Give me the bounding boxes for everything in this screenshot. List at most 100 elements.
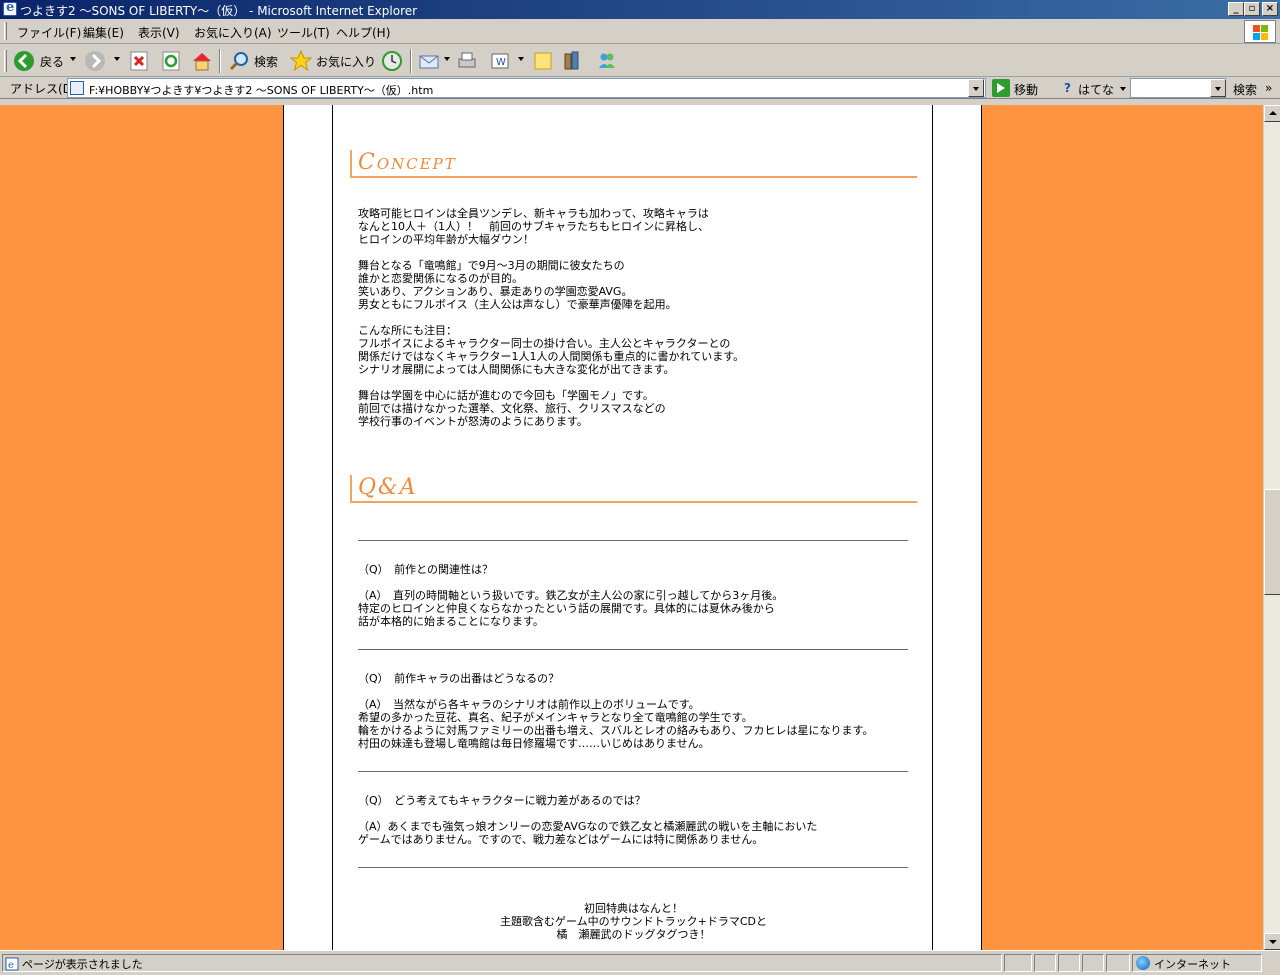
qa-question: （Q） 前作との関連性は？ bbox=[358, 563, 494, 576]
ie-app-icon[interactable] bbox=[3, 0, 17, 16]
address-dropdown-button[interactable] bbox=[968, 79, 984, 97]
address-input[interactable]: F:¥HOBBY¥つよきす¥つよきす2 ～SONS OF LIBERTY～（仮）… bbox=[67, 78, 986, 98]
qa-question: （Q） どう考えてもキャラクターに戦力差があるのでは？ bbox=[358, 794, 646, 807]
back-button-label[interactable]: 戻る bbox=[40, 53, 64, 70]
concept-paragraph: 舞台は学園を中心に話が進むので今回も「学園モノ」です。 前回では描けなかった選挙… bbox=[358, 389, 666, 428]
favorites-button-label[interactable]: お気に入り bbox=[316, 53, 376, 70]
back-arrow-icon[interactable] bbox=[13, 50, 35, 72]
concept-paragraph: こんな所にも注目： フルボイスによるキャラクター同士の掛け合い。主人公とキャラク… bbox=[358, 324, 744, 376]
menu-view[interactable]: 表示(V) bbox=[138, 24, 180, 41]
menu-edit[interactable]: 編集(E) bbox=[83, 24, 124, 41]
text-line: シナリオ展開によっては人間関係にも大きな変化が出てきます。 bbox=[358, 363, 675, 376]
close-button[interactable]: × bbox=[1262, 2, 1278, 16]
status-bar: e ページが表示されました インターネット bbox=[0, 950, 1280, 975]
text-line: 舞台は学園を中心に話が進むので今回も「学園モノ」です。 bbox=[358, 389, 654, 402]
window-title: つよきす2 ～SONS OF LIBERTY～（仮） - Microsoft I… bbox=[20, 4, 418, 18]
text-line: 笑いあり、アクションあり、暴走ありの学園恋愛AVG。 bbox=[358, 285, 633, 298]
status-cell bbox=[1106, 954, 1130, 972]
concept-paragraph: 舞台となる「竜鳴館」で9月～3月の期間に彼女たちの 誰かと恋愛関係になるのが目的… bbox=[358, 259, 677, 311]
address-url[interactable]: F:¥HOBBY¥つよきす¥つよきす2 ～SONS OF LIBERTY～（仮）… bbox=[89, 82, 433, 98]
hatena-help-icon[interactable]: ? bbox=[1064, 81, 1071, 95]
internet-globe-icon bbox=[1136, 956, 1150, 970]
text-line: （A） 直列の時間軸という扱いです。鉄乙女が主人公の家に引っ越してから3ヶ月後。 bbox=[358, 589, 784, 602]
toolbar-overflow-icon[interactable]: » bbox=[1265, 81, 1272, 95]
stop-icon[interactable] bbox=[128, 50, 150, 72]
go-arrow-icon[interactable] bbox=[992, 79, 1010, 97]
windows-logo bbox=[1244, 20, 1276, 43]
qa-question: （Q） 前作キャラの出番はどうなるの？ bbox=[358, 672, 560, 685]
text-line: 男女ともにフルボイス（主人公は声なし）で豪華声優陣を起用。 bbox=[358, 298, 677, 311]
status-cell bbox=[1034, 954, 1056, 972]
zone-label: インターネット bbox=[1154, 958, 1231, 971]
mail-dropdown-icon[interactable] bbox=[444, 57, 450, 61]
edit-icon[interactable]: W bbox=[489, 50, 511, 72]
qa-divider bbox=[358, 771, 908, 772]
svg-text:e: e bbox=[8, 960, 14, 971]
back-dropdown-icon[interactable] bbox=[70, 57, 76, 61]
forward-dropdown-icon[interactable] bbox=[114, 57, 120, 61]
text-line: 橘 瀬麗武のドッグタグつき！ bbox=[556, 928, 711, 941]
edit-dropdown-icon[interactable] bbox=[518, 57, 524, 61]
scroll-up-button[interactable] bbox=[1264, 105, 1280, 122]
text-line: フルボイスによるキャラクター同士の掛け合い。主人公とキャラクターとの bbox=[358, 337, 731, 350]
text-line: 誰かと恋愛関係になるのが目的。 bbox=[358, 272, 523, 285]
text-line: 特定のヒロインと仲良くならなかったという話の展開です。具体的には夏休み後から bbox=[358, 602, 775, 615]
status-text: ページが表示されました bbox=[22, 958, 143, 971]
concept-heading: Concept bbox=[350, 150, 917, 178]
text-line: 希望の多かった豆花、真名、紀子がメインキャラとなり全て竜鳴館の学生です。 bbox=[358, 711, 753, 724]
hatena-label[interactable]: はてな bbox=[1078, 81, 1114, 98]
svg-text:W: W bbox=[496, 57, 506, 68]
minimize-button[interactable]: _ bbox=[1228, 2, 1244, 16]
refresh-icon[interactable] bbox=[160, 50, 182, 72]
forward-arrow-icon[interactable] bbox=[84, 50, 106, 72]
text-line: 舞台となる「竜鳴館」で9月～3月の期間に彼女たちの bbox=[358, 259, 625, 272]
hatena-search-button[interactable]: 検索 bbox=[1233, 81, 1257, 98]
page-done-icon: e bbox=[5, 957, 19, 971]
toolbar-grip[interactable] bbox=[4, 50, 7, 72]
bonus-announcement: 初回特典はなんと！ 主題歌含むゲーム中のサウンドトラック+ドラマCDと 橘 瀬麗… bbox=[333, 902, 934, 941]
toolbar-separator bbox=[410, 49, 412, 73]
search-button-label[interactable]: 検索 bbox=[254, 53, 278, 70]
messenger-icon[interactable] bbox=[596, 50, 618, 72]
hatena-dropdown-icon[interactable] bbox=[1120, 87, 1126, 91]
home-icon[interactable] bbox=[191, 50, 213, 72]
text-line: こんな所にも注目： bbox=[358, 324, 457, 337]
status-cell bbox=[1004, 954, 1032, 972]
qa-divider bbox=[358, 649, 908, 650]
scroll-thumb[interactable] bbox=[1264, 488, 1280, 595]
text-line: 輪をかけるように対馬ファミリーの出番も増え、スバルとレオの絡みもあり、フカヒレは… bbox=[358, 724, 874, 737]
maximize-button[interactable]: ▫ bbox=[1244, 2, 1260, 16]
toolbar: 戻る 検索 お気に入り W bbox=[0, 45, 1280, 77]
qa-answer: （A） 直列の時間軸という扱いです。鉄乙女が主人公の家に引っ越してから3ヶ月後。… bbox=[358, 589, 783, 628]
menu-help[interactable]: ヘルプ(H) bbox=[336, 24, 390, 41]
scroll-down-button[interactable] bbox=[1264, 933, 1280, 950]
hatena-search-dropdown-button[interactable] bbox=[1210, 79, 1226, 97]
text-line: 村田の妹達も登場し竜鳴館は毎日修羅場です……いじめはありません。 bbox=[358, 737, 710, 750]
go-button-label[interactable]: 移動 bbox=[1014, 81, 1038, 98]
text-line: ヒロインの平均年齢が大幅ダウン！ bbox=[358, 233, 534, 246]
search-icon[interactable] bbox=[228, 50, 250, 72]
status-message-cell bbox=[2, 954, 1002, 972]
text-line: 攻略可能ヒロインは全員ツンデレ、新キャラも加わって、攻略キャラは bbox=[358, 207, 709, 220]
discuss-icon[interactable] bbox=[532, 50, 554, 72]
qa-answer: （A） 当然ながら各キャラのシナリオは前作以上のボリュームです。 希望の多かった… bbox=[358, 698, 873, 750]
vertical-scrollbar[interactable] bbox=[1263, 105, 1280, 950]
concept-heading-text: Concept bbox=[358, 150, 457, 175]
text-line: （A） 当然ながら各キャラのシナリオは前作以上のボリュームです。 bbox=[358, 698, 700, 711]
mail-icon[interactable] bbox=[418, 50, 440, 72]
menu-grip[interactable] bbox=[4, 22, 7, 40]
text-line: （A）あくまでも強気っ娘オンリーの恋愛AVGなので鉄乙女と橘瀬麗武の戦いを主軸に… bbox=[358, 820, 818, 833]
menu-bar: ファイル(F) 編集(E) 表示(V) お気に入り(A) ツール(T) ヘルプ(… bbox=[0, 19, 1280, 44]
print-icon[interactable] bbox=[456, 50, 478, 72]
status-cell bbox=[1058, 954, 1080, 972]
status-cell bbox=[1082, 954, 1104, 972]
favorites-star-icon[interactable] bbox=[290, 50, 312, 72]
menu-file[interactable]: ファイル(F) bbox=[17, 24, 81, 41]
menu-favorites[interactable]: お気に入り(A) bbox=[194, 24, 272, 41]
text-line: 前回では描けなかった選挙、文化祭、旅行、クリスマスなどの bbox=[358, 402, 666, 415]
menu-tools[interactable]: ツール(T) bbox=[277, 24, 330, 41]
research-icon[interactable] bbox=[562, 50, 584, 72]
qa-divider bbox=[358, 867, 908, 868]
qa-answer: （A）あくまでも強気っ娘オンリーの恋愛AVGなので鉄乙女と橘瀬麗武の戦いを主軸に… bbox=[358, 820, 817, 846]
history-icon[interactable] bbox=[381, 50, 403, 72]
